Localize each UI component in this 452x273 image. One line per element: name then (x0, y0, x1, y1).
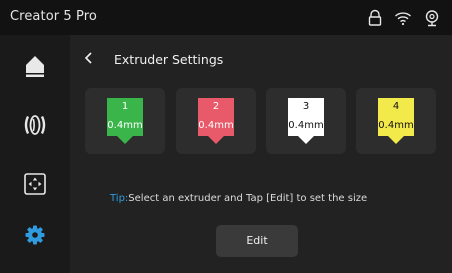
extruder-tag: 1 0.4mm (107, 98, 143, 136)
extruder-number: 4 (392, 101, 400, 112)
extruder-card-4[interactable]: 4 0.4mm (356, 88, 436, 154)
extruder-size: 0.4mm (198, 120, 234, 131)
filament-spool-icon (24, 115, 46, 135)
printer-screen: Creator 5 Pro Extruder Settings 1 0.4mm … (0, 0, 452, 273)
extruder-number: 3 (302, 101, 310, 112)
tip-text: Select an extruder and Tap [Edit] to set… (128, 193, 368, 204)
extruder-settings-panel: Extruder Settings 1 0.4mm 2 0.4mm 3 0.4m… (70, 35, 452, 273)
tip-label: Tip: (110, 193, 129, 204)
status-bar: Creator 5 Pro (0, 0, 452, 35)
nozzle-indicator (388, 136, 404, 144)
extruder-size: 0.4mm (107, 120, 143, 131)
settings-gear-icon (25, 225, 45, 245)
extruder-tag: 4 0.4mm (378, 98, 414, 136)
home-icon (26, 56, 44, 77)
extruder-card-2[interactable]: 2 0.4mm (176, 88, 256, 154)
tip-message: Tip:Select an extruder and Tap [Edit] to… (110, 193, 367, 204)
camera-icon[interactable] (423, 9, 441, 27)
sidebar-item-settings[interactable] (15, 215, 55, 255)
app-title: Creator 5 Pro (10, 9, 97, 24)
extruder-number: 1 (121, 101, 129, 112)
extruder-size: 0.4mm (288, 120, 324, 131)
extruder-card-3[interactable]: 3 0.4mm (266, 88, 346, 154)
sidebar (0, 35, 70, 273)
wifi-icon (394, 9, 412, 27)
sidebar-item-move[interactable] (15, 164, 55, 204)
lock-icon (366, 9, 384, 27)
nozzle-indicator (208, 136, 224, 144)
back-button[interactable] (80, 47, 98, 69)
sidebar-item-home[interactable] (15, 46, 55, 86)
nozzle-indicator (117, 136, 133, 144)
chevron-left-icon (84, 52, 92, 64)
extruder-size: 0.4mm (378, 120, 414, 131)
extruder-number: 2 (212, 101, 220, 112)
edit-button[interactable]: Edit (216, 225, 298, 257)
extruder-card-1[interactable]: 1 0.4mm (85, 88, 165, 154)
extruder-tag: 3 0.4mm (288, 98, 324, 136)
page-title: Extruder Settings (114, 52, 224, 67)
move-control-icon (24, 173, 46, 195)
sidebar-item-filament[interactable] (15, 105, 55, 145)
extruder-tag: 2 0.4mm (198, 98, 234, 136)
nozzle-indicator (298, 136, 314, 144)
